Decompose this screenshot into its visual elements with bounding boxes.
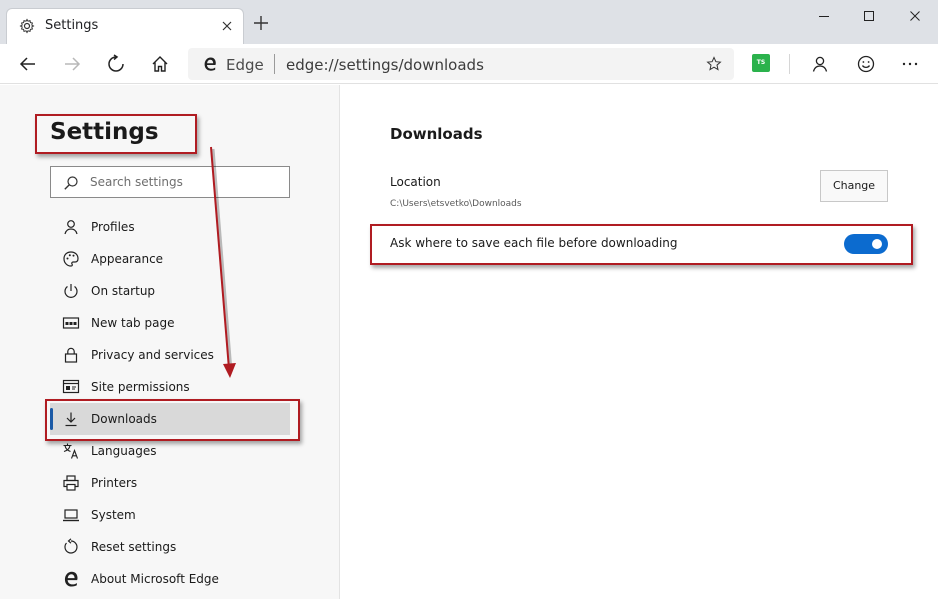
sidebar-item-label: System — [91, 508, 136, 522]
address-brand-label: Edge — [226, 56, 264, 74]
toolbar-divider — [789, 54, 790, 74]
highlight-box-downloads-item — [45, 399, 300, 441]
location-label: Location — [390, 175, 441, 189]
change-location-button[interactable]: Change — [820, 170, 888, 202]
sidebar-item-label: Privacy and services — [91, 348, 214, 362]
lock-icon — [64, 347, 78, 363]
search-icon — [64, 176, 78, 190]
sidebar-item-profiles[interactable]: Profiles — [50, 211, 290, 243]
tab-settings[interactable]: Settings — [6, 8, 244, 44]
tab-title: Settings — [45, 18, 99, 33]
toolbar: Edge edge://settings/downloads TS — [0, 44, 938, 84]
sidebar-item-label: Site permissions — [91, 380, 190, 394]
sidebar-item-label: On startup — [91, 284, 156, 298]
highlight-box-settings-title — [35, 114, 197, 154]
forward-arrow-icon[interactable] — [61, 53, 83, 75]
sidebar-item-label: Profiles — [91, 220, 135, 234]
sidebar-item-new-tab-page[interactable]: New tab page — [50, 307, 290, 339]
favorite-star-icon[interactable] — [706, 56, 722, 72]
sidebar-item-label: Appearance — [91, 252, 164, 266]
address-bar[interactable]: Edge edge://settings/downloads — [188, 48, 734, 80]
printer-icon — [63, 475, 79, 491]
sidebar-item-on-startup[interactable]: On startup — [50, 275, 290, 307]
title-bar: Settings — [0, 0, 938, 44]
back-arrow-icon[interactable] — [17, 53, 39, 75]
feedback-smiley-icon[interactable] — [855, 53, 877, 75]
search-placeholder: Search settings — [90, 175, 183, 189]
sidebar-item-label: Printers — [91, 476, 138, 490]
palette-icon — [63, 251, 79, 267]
minimize-icon[interactable] — [816, 8, 832, 24]
extension-icon[interactable]: TS — [752, 54, 770, 72]
sidebar-item-label: New tab page — [91, 316, 175, 330]
sidebar-item-privacy-and-services[interactable]: Privacy and services — [50, 339, 290, 371]
newtab-icon — [62, 317, 80, 329]
home-icon[interactable] — [149, 53, 171, 75]
page-title: Downloads — [390, 125, 483, 143]
edge-logo-icon — [204, 57, 216, 71]
sidebar-item-reset-settings[interactable]: Reset settings — [50, 531, 290, 563]
sidebar-item-label: Reset settings — [91, 540, 177, 554]
highlight-box-ask-setting — [370, 224, 913, 265]
laptop-icon — [63, 509, 79, 522]
close-window-icon[interactable] — [907, 8, 923, 24]
sidebar-item-about-microsoft-edge[interactable]: About Microsoft Edge — [50, 563, 290, 595]
sidebar-item-appearance[interactable]: Appearance — [50, 243, 290, 275]
reset-icon — [64, 538, 78, 554]
gear-icon — [19, 18, 35, 34]
address-url[interactable]: edge://settings/downloads — [286, 56, 484, 74]
search-input[interactable]: Search settings — [50, 166, 290, 198]
sidebar-item-label: About Microsoft Edge — [91, 572, 219, 586]
edge-logo-icon — [64, 571, 78, 587]
person-icon — [64, 220, 78, 235]
downloads-panel: Downloads Location C:\Users\etsvetko\Dow… — [341, 85, 938, 599]
location-path: C:\Users\etsvetko\Downloads — [390, 199, 522, 209]
settings-sidebar: Settings Search settings Profiles Appear… — [0, 85, 340, 599]
maximize-icon[interactable] — [861, 8, 877, 24]
address-divider — [274, 54, 275, 74]
site-permissions-icon — [62, 379, 80, 394]
sidebar-item-label: Languages — [91, 444, 157, 458]
more-menu-icon[interactable] — [899, 53, 921, 75]
new-tab-icon[interactable] — [252, 14, 270, 32]
sidebar-item-printers[interactable]: Printers — [50, 467, 290, 499]
refresh-icon[interactable] — [105, 53, 127, 75]
languages-icon — [63, 443, 79, 459]
profile-icon[interactable] — [809, 53, 831, 75]
power-icon — [64, 284, 78, 298]
sidebar-item-system[interactable]: System — [50, 499, 290, 531]
close-tab-icon[interactable] — [219, 18, 235, 34]
